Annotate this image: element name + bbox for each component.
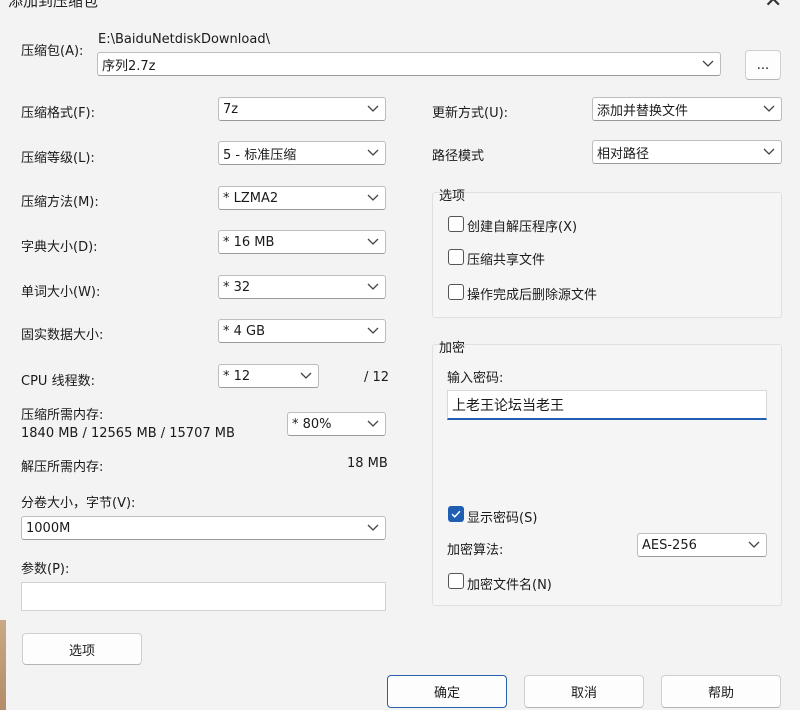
chevron-down-icon <box>365 191 381 205</box>
shared-files-checkbox[interactable] <box>448 249 464 265</box>
help-button[interactable]: 帮助 <box>661 675 781 708</box>
mem-usage-value: * 80% <box>292 416 332 432</box>
chevron-down-icon <box>365 521 381 535</box>
show-password-checkbox[interactable] <box>448 506 464 522</box>
threads-label: CPU 线程数: <box>21 374 95 389</box>
volume-combo[interactable]: 1000M <box>21 516 386 540</box>
mem-compress-label: 压缩所需内存: <box>21 408 104 423</box>
mem-usage-combo[interactable]: * 80% <box>287 412 386 436</box>
password-label: 输入密码: <box>447 371 504 386</box>
threads-combo[interactable]: * 12 <box>218 364 319 388</box>
ok-button[interactable]: 确定 <box>387 675 507 708</box>
title-bar: 添加到压缩包 ✕ <box>0 0 800 12</box>
chevron-down-icon <box>365 280 381 294</box>
params-input[interactable] <box>21 582 386 611</box>
shared-files-label: 压缩共享文件 <box>467 253 546 268</box>
encryption-method-value: AES-256 <box>642 537 697 553</box>
chevron-down-icon <box>365 146 381 160</box>
method-combo[interactable]: * LZMA2 <box>218 186 386 210</box>
chevron-down-icon <box>761 145 777 159</box>
cancel-button[interactable]: 取消 <box>524 675 644 708</box>
options-button[interactable]: 选项 <box>22 633 142 665</box>
archive-path: E:\BaiduNetdiskDownload\ <box>98 32 270 47</box>
sfx-label: 创建自解压程序(X) <box>467 220 578 235</box>
chevron-down-icon <box>746 538 762 552</box>
pathmode-label: 路径模式 <box>432 149 485 164</box>
threads-value: * 12 <box>223 368 251 384</box>
level-combo[interactable]: 5 - 标准压缩 <box>218 141 386 165</box>
encryption-method-combo[interactable]: AES-256 <box>637 533 767 557</box>
chevron-down-icon <box>365 102 381 116</box>
chevron-down-icon <box>365 235 381 249</box>
encrypt-names-checkbox[interactable] <box>448 573 464 589</box>
chevron-down-icon <box>365 324 381 338</box>
checkmark-icon <box>449 507 463 521</box>
mem-decompress-label: 解压所需内存: <box>21 460 104 475</box>
volume-label: 分卷大小，字节(V): <box>21 496 136 511</box>
encrypt-names-label: 加密文件名(N) <box>467 578 552 593</box>
method-value: * LZMA2 <box>223 190 279 206</box>
format-value: 7z <box>223 101 239 117</box>
level-value: 5 - 标准压缩 <box>223 147 297 163</box>
delete-source-label: 操作完成后删除源文件 <box>467 288 598 303</box>
params-label: 参数(P): <box>21 562 70 577</box>
update-label: 更新方式(U): <box>432 106 509 121</box>
word-combo[interactable]: * 32 <box>218 275 386 299</box>
close-icon[interactable]: ✕ <box>764 0 782 12</box>
volume-value: 1000M <box>26 520 71 536</box>
delete-source-checkbox[interactable] <box>448 284 464 300</box>
mem-decompress-value: 18 MB <box>347 456 388 471</box>
update-combo[interactable]: 添加并替换文件 <box>592 97 782 121</box>
word-label: 单词大小(W): <box>21 285 101 300</box>
archive-label: 压缩包(A): <box>21 44 84 59</box>
options-group-title: 选项 <box>439 189 466 204</box>
password-input[interactable]: 上老王论坛当老王 <box>447 390 767 420</box>
method-label: 压缩方法(M): <box>21 195 99 210</box>
chevron-down-icon <box>761 102 777 116</box>
chevron-down-icon <box>365 417 381 431</box>
archive-name-combo[interactable]: 序列2.7z <box>97 52 721 76</box>
dict-value: * 16 MB <box>223 234 275 250</box>
chevron-down-icon <box>298 369 314 383</box>
update-value: 添加并替换文件 <box>597 103 689 119</box>
show-password-label: 显示密码(S) <box>467 511 538 526</box>
level-label: 压缩等级(L): <box>21 151 95 166</box>
encryption-method-label: 加密算法: <box>447 543 504 558</box>
sfx-checkbox[interactable] <box>448 216 464 232</box>
solid-combo[interactable]: * 4 GB <box>218 319 386 343</box>
word-value: * 32 <box>223 279 251 295</box>
solid-value: * 4 GB <box>223 323 266 339</box>
window-title: 添加到压缩包 <box>8 0 99 10</box>
chevron-down-icon <box>700 57 716 71</box>
archive-name-value: 序列2.7z <box>102 58 156 74</box>
pathmode-value: 相对路径 <box>597 146 650 162</box>
dict-label: 字典大小(D): <box>21 240 98 255</box>
threads-max: / 12 <box>364 370 390 385</box>
browse-button[interactable]: ... <box>745 50 781 80</box>
background-edge <box>0 620 6 710</box>
format-label: 压缩格式(F): <box>21 106 96 121</box>
solid-label: 固实数据大小: <box>21 328 104 343</box>
pathmode-combo[interactable]: 相对路径 <box>592 140 782 164</box>
format-combo[interactable]: 7z <box>218 97 386 121</box>
encryption-group-title: 加密 <box>439 341 466 356</box>
mem-compress-detail: 1840 MB / 12565 MB / 15707 MB <box>21 426 235 441</box>
dict-combo[interactable]: * 16 MB <box>218 230 386 254</box>
